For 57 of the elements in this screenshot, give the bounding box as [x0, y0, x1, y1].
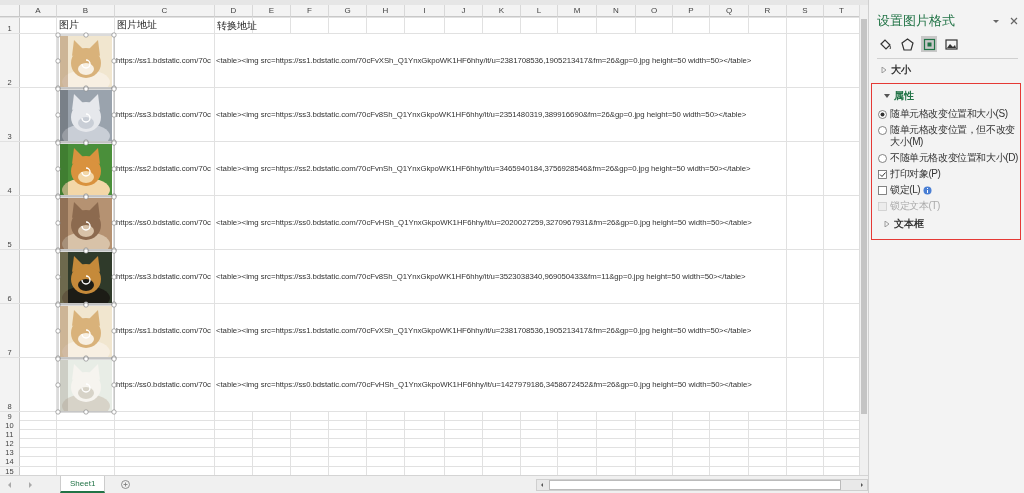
- column-header[interactable]: S: [787, 5, 824, 17]
- option-label: 锁定文本(T): [890, 200, 940, 212]
- column-header[interactable]: M: [558, 5, 597, 17]
- collapse-arrow-icon[interactable]: [884, 93, 890, 99]
- previous-sheet-icon[interactable]: [6, 481, 14, 489]
- checkbox[interactable]: [878, 185, 887, 195]
- column-header[interactable]: K: [483, 5, 521, 17]
- option-label: 不随单元格改变位置和大小(D): [890, 152, 1018, 164]
- dropdown-icon[interactable]: [992, 17, 1000, 25]
- option-label: 锁定(L): [890, 184, 921, 196]
- column-header[interactable]: O: [636, 5, 673, 17]
- column-header[interactable]: N: [597, 5, 636, 17]
- panel-tab[interactable]: [899, 36, 915, 52]
- column-header[interactable]: C: [115, 5, 215, 17]
- add-sheet-icon[interactable]: [121, 480, 131, 489]
- vertical-scrollbar[interactable]: [859, 5, 868, 475]
- radio-button[interactable]: [878, 153, 887, 163]
- expand-arrow-icon[interactable]: [881, 67, 887, 73]
- section-header[interactable]: 大小: [891, 63, 911, 77]
- column-header[interactable]: B: [57, 5, 115, 17]
- table-cell-text: 图片: [58, 18, 80, 31]
- panel-title: 设置图片格式: [877, 12, 956, 30]
- checkbox[interactable]: [878, 169, 887, 179]
- expand-arrow-icon[interactable]: [884, 221, 890, 227]
- column-header[interactable]: T: [824, 5, 859, 17]
- column-header[interactable]: A: [20, 5, 57, 17]
- size-properties-icon: [922, 37, 936, 51]
- sheet-tab[interactable]: Sheet1: [60, 476, 106, 493]
- table-cell-text: 图片地址: [116, 18, 158, 31]
- column-header[interactable]: L: [521, 5, 558, 17]
- section-header[interactable]: 文本框: [894, 217, 924, 231]
- close-icon[interactable]: [1010, 17, 1018, 25]
- column-header[interactable]: H: [367, 5, 405, 17]
- column-header[interactable]: G: [329, 5, 367, 17]
- column-header[interactable]: R: [749, 5, 787, 17]
- column-header[interactable]: F: [291, 5, 329, 17]
- column-header[interactable]: J: [445, 5, 483, 17]
- paint-bucket-icon: [878, 37, 892, 51]
- section-header[interactable]: 属性: [894, 89, 914, 103]
- pentagon-icon: [900, 37, 914, 51]
- column-header[interactable]: E: [253, 5, 291, 17]
- column-header[interactable]: I: [405, 5, 445, 17]
- option-label: 打印对象(P): [890, 168, 941, 180]
- column-header[interactable]: P: [673, 5, 710, 17]
- selection-frame[interactable]: [56, 249, 116, 306]
- image-icon: [944, 37, 958, 51]
- panel-tab[interactable]: [943, 36, 959, 52]
- horizontal-scrollbar[interactable]: [536, 479, 868, 491]
- table-cell-text: 转换地址: [216, 19, 257, 32]
- scroll-right-icon[interactable]: [858, 481, 866, 489]
- radio-button[interactable]: [878, 125, 887, 135]
- option-label: 随单元格改变位置和大小(S): [890, 108, 1008, 120]
- radio-button[interactable]: [878, 109, 887, 119]
- option-label: 随单元格改变位置，但不改变大小(M): [890, 124, 1016, 148]
- next-sheet-icon[interactable]: [26, 481, 34, 489]
- column-header[interactable]: D: [215, 5, 253, 17]
- column-header[interactable]: Q: [710, 5, 749, 17]
